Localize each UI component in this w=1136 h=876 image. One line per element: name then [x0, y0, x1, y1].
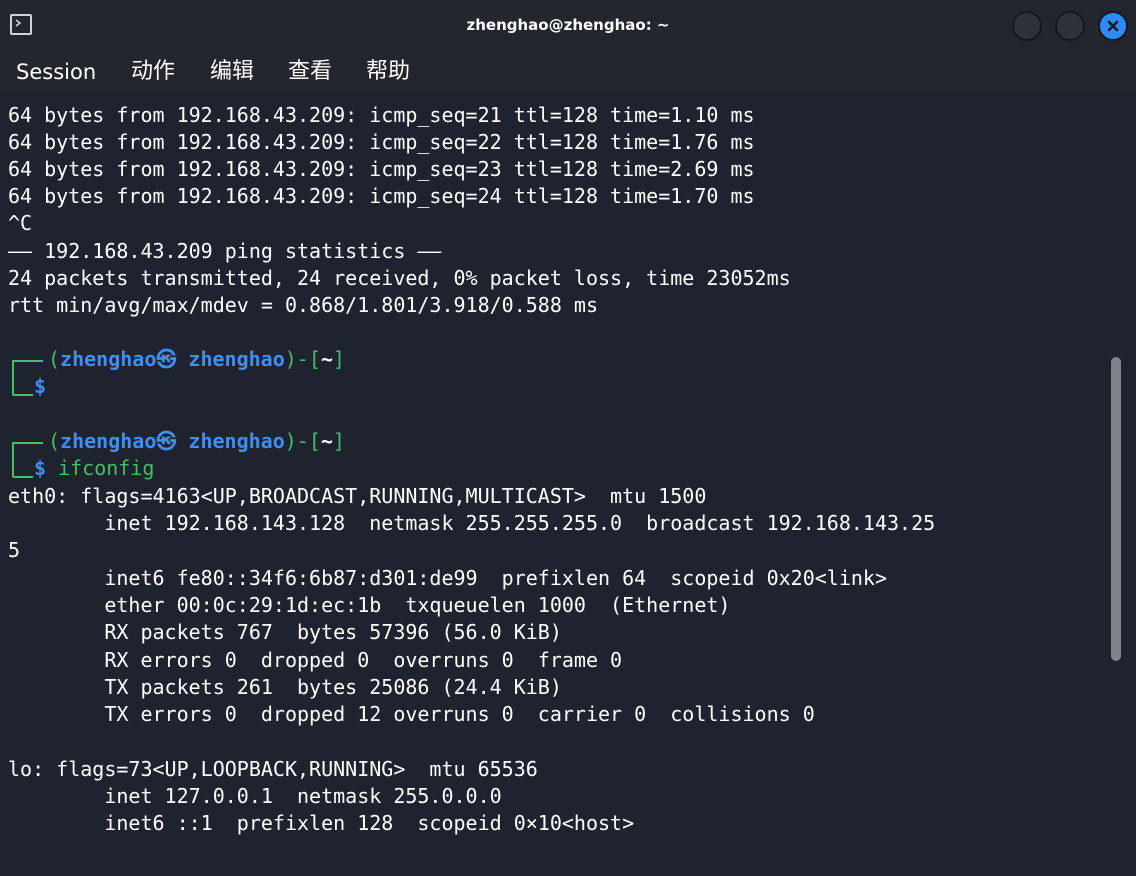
- output-line: inet 192.168.143.128 netmask 255.255.255…: [8, 511, 936, 535]
- output-line: 64 bytes from 192.168.43.209: icmp_seq=2…: [8, 130, 755, 154]
- output-line: —— 192.168.43.209 ping statistics ——: [8, 239, 442, 263]
- scrollbar-thumb[interactable]: [1111, 357, 1121, 661]
- maximize-button[interactable]: [1055, 11, 1085, 41]
- prompt-dollar: $: [34, 373, 46, 400]
- terminal-output[interactable]: 64 bytes from 192.168.43.209: icmp_seq=2…: [0, 94, 1136, 876]
- output-line: 5: [8, 538, 21, 562]
- output-line: RX packets 767 bytes 57396 (56.0 KiB): [8, 620, 562, 644]
- prompt-open-paren: (: [48, 429, 61, 453]
- output-line: 64 bytes from 192.168.43.209: icmp_seq=2…: [8, 184, 755, 208]
- close-icon: [1107, 20, 1119, 32]
- prompt-dollar-sign: $: [34, 456, 47, 480]
- prompt-host: zhenghao: [188, 347, 285, 371]
- command-text: ifconfig: [58, 456, 155, 480]
- menu-bar: Session 动作 编辑 查看 帮助: [0, 50, 1136, 94]
- prompt-user: zhenghao: [60, 347, 157, 371]
- prompt-dir: ~: [320, 347, 333, 371]
- prompt-dir: ~: [320, 429, 333, 453]
- output-line: eth0: flags=4163<UP,BROADCAST,RUNNING,MU…: [8, 484, 707, 508]
- title-bar[interactable]: zhenghao@zhenghao: ~: [0, 0, 1136, 50]
- prompt-user: zhenghao: [60, 429, 157, 453]
- prompt-at-icon: ㉿: [156, 429, 177, 453]
- output-line: ether 00:0c:29:1d:ec:1b txqueuelen 1000 …: [8, 593, 731, 617]
- menu-help[interactable]: 帮助: [366, 50, 410, 94]
- prompt-close-paren: )-[: [284, 429, 321, 453]
- prompt-close-bracket: ]: [332, 429, 345, 453]
- output-line: 64 bytes from 192.168.43.209: icmp_seq=2…: [8, 103, 755, 127]
- terminal-window: zhenghao@zhenghao: ~ Session 动作 编辑 查看 帮助…: [0, 0, 1136, 876]
- menu-edit[interactable]: 编辑: [210, 50, 254, 94]
- close-button[interactable]: [1098, 11, 1128, 41]
- prompt-at-icon: ㉿: [156, 347, 177, 371]
- output-line: inet6 ::1 prefixlen 128 scopeid 0×10<hos…: [8, 811, 635, 835]
- prompt-open-paren: (: [48, 347, 61, 371]
- prompt-line: (zhenghao㉿ zhenghao)-[~]: [48, 428, 345, 455]
- prompt-close-bracket: ]: [332, 347, 345, 371]
- output-line: TX errors 0 dropped 12 overruns 0 carrie…: [8, 702, 815, 726]
- output-line: inet6 fe80::34f6:6b87:d301:de99 prefixle…: [8, 566, 887, 590]
- output-line: TX packets 261 bytes 25086 (24.4 KiB): [8, 675, 562, 699]
- output-line: lo: flags=73<UP,LOOPBACK,RUNNING> mtu 65…: [8, 757, 538, 781]
- output-line: ^C: [8, 211, 33, 235]
- menu-action[interactable]: 动作: [131, 50, 175, 94]
- minimize-button[interactable]: [1012, 11, 1042, 41]
- prompt-line: (zhenghao㉿ zhenghao)-[~]: [48, 346, 345, 373]
- prompt-host: zhenghao: [188, 429, 285, 453]
- prompt-close-paren: )-[: [284, 347, 321, 371]
- output-line: 64 bytes from 192.168.43.209: icmp_seq=2…: [8, 157, 755, 181]
- output-line: inet 127.0.0.1 netmask 255.0.0.0: [8, 784, 502, 808]
- prompt-dollar-sign: $: [34, 374, 47, 398]
- window-title: zhenghao@zhenghao: ~: [466, 16, 670, 34]
- output-line: rtt min/avg/max/mdev = 0.868/1.801/3.918…: [8, 293, 599, 317]
- command-line: $ ifconfig: [34, 455, 154, 482]
- output-line: 24 packets transmitted, 24 received, 0% …: [8, 266, 791, 290]
- menu-view[interactable]: 查看: [288, 50, 332, 94]
- output-line: RX errors 0 dropped 0 overruns 0 frame 0: [8, 648, 623, 672]
- menu-session[interactable]: Session: [16, 50, 96, 94]
